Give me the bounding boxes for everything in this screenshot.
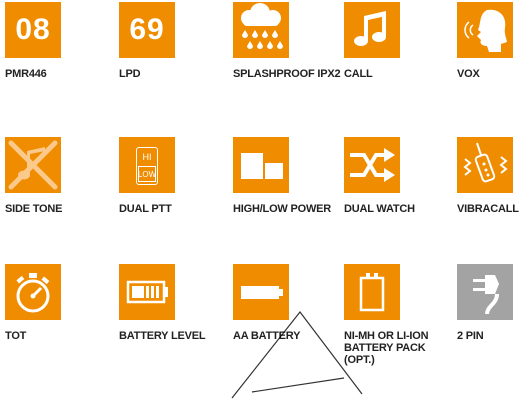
feature-label: PMR446 — [5, 68, 47, 80]
feature-dual-watch: DUAL WATCH — [344, 137, 454, 215]
feature-lpd: 69 LPD — [119, 2, 229, 80]
hi-text: HI — [142, 152, 152, 162]
feature-dual-ptt: HI LOW DUAL PTT — [119, 137, 229, 215]
vibrating-radio-icon — [457, 137, 513, 193]
hi-low-switch-icon: HI LOW — [119, 137, 175, 193]
feature-2-pin: 2 PIN — [457, 264, 526, 342]
battery-level-icon — [119, 264, 175, 320]
feature-pmr446: 08 PMR446 — [5, 2, 115, 80]
speaking-head-icon — [457, 2, 513, 58]
feature-vox: VOX — [457, 2, 526, 80]
feature-label: DUAL WATCH — [344, 203, 415, 215]
feature-label: SIDE TONE — [5, 203, 63, 215]
feature-label: HIGH/LOW POWER — [233, 203, 332, 215]
feature-side-tone: SIDE TONE — [5, 137, 115, 215]
feature-label: LPD — [119, 68, 141, 80]
feature-label: 2 PIN — [457, 330, 484, 342]
power-blocks-icon — [233, 137, 289, 193]
stopwatch-icon — [5, 264, 61, 320]
feature-splashproof: SPLASHPROOF IPX2 — [233, 2, 343, 80]
two-pin-plug-icon — [457, 264, 513, 320]
feature-label: DUAL PTT — [119, 203, 172, 215]
feature-label: BATTERY LEVEL — [119, 330, 206, 342]
feature-high-low-power: HIGH/LOW POWER — [233, 137, 343, 215]
feature-label: VIBRACALL — [457, 203, 519, 215]
feature-battery-level: BATTERY LEVEL — [119, 264, 229, 342]
feature-tot: TOT — [5, 264, 115, 342]
feature-vibracall: VIBRACALL — [457, 137, 526, 215]
watermark-letter-icon — [231, 311, 363, 399]
rain-cloud-icon — [233, 2, 289, 58]
feature-call: CALL — [344, 2, 454, 80]
number-badge: 08 — [5, 2, 61, 58]
feature-label: CALL — [344, 68, 373, 80]
low-text: LOW — [138, 166, 156, 182]
feature-label: VOX — [457, 68, 480, 80]
music-note-icon — [344, 2, 400, 58]
number-badge: 69 — [119, 2, 175, 58]
badge-number: 69 — [129, 13, 165, 46]
feature-label: TOT — [5, 330, 27, 342]
muted-note-icon — [5, 137, 61, 193]
feature-label: SPLASHPROOF IPX2 — [233, 68, 341, 80]
switch-frame: HI LOW — [136, 147, 158, 185]
shuffle-arrows-icon — [344, 137, 400, 193]
badge-number: 08 — [15, 13, 51, 46]
